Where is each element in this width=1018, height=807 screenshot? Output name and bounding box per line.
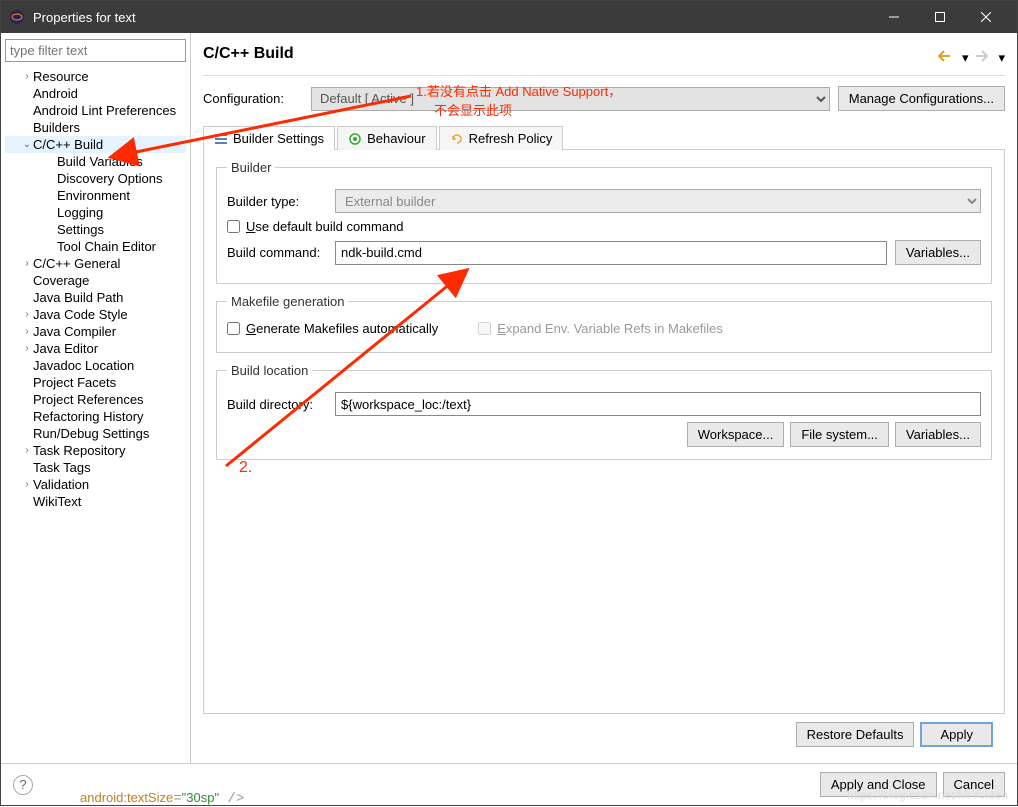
tree-item[interactable]: Java Build Path xyxy=(5,289,186,306)
generate-makefiles-checkbox[interactable]: Generate Makefiles automatically xyxy=(227,321,438,336)
apply-button[interactable]: Apply xyxy=(920,722,993,747)
record-icon xyxy=(348,132,362,146)
makefile-group: Makefile generation Generate Makefiles a… xyxy=(216,294,992,353)
builder-type-label: Builder type: xyxy=(227,194,327,209)
close-button[interactable] xyxy=(963,1,1009,33)
location-variables-button[interactable]: Variables... xyxy=(895,422,981,447)
help-button[interactable]: ? xyxy=(13,775,33,795)
builder-group: Builder Builder type: External builder U… xyxy=(216,160,992,284)
tree-item[interactable]: Refactoring History xyxy=(5,408,186,425)
minimize-button[interactable] xyxy=(871,1,917,33)
tree-item[interactable]: ⌄C/C++ Build xyxy=(5,136,186,153)
sidebar: ›ResourceAndroidAndroid Lint Preferences… xyxy=(1,33,191,763)
eclipse-icon xyxy=(9,9,25,25)
build-command-label: Build command: xyxy=(227,245,327,260)
back-icon[interactable] xyxy=(938,50,956,66)
tree-item[interactable]: Android xyxy=(5,85,186,102)
tab-builder-settings[interactable]: Builder Settings xyxy=(203,126,335,150)
configuration-label: Configuration: xyxy=(203,91,303,106)
tree-item[interactable]: ›Resource xyxy=(5,68,186,85)
workspace-button[interactable]: Workspace... xyxy=(687,422,785,447)
builder-type-select[interactable]: External builder xyxy=(335,189,981,213)
filter-input[interactable] xyxy=(5,39,186,62)
tree-item[interactable]: Project Facets xyxy=(5,374,186,391)
tree-item[interactable]: Builders xyxy=(5,119,186,136)
preference-tree[interactable]: ›ResourceAndroidAndroid Lint Preferences… xyxy=(5,68,186,510)
main-panel: C/C++ Build ▾ ▾ Configuration: Default [… xyxy=(191,33,1017,763)
configuration-select[interactable]: Default [ Active ] xyxy=(311,87,830,111)
tabs: Builder Settings Behaviour Refresh Polic… xyxy=(203,125,1005,150)
refresh-icon xyxy=(450,132,464,146)
tree-item[interactable]: WikiText xyxy=(5,493,186,510)
tree-item[interactable]: ›Validation xyxy=(5,476,186,493)
forward-icon[interactable] xyxy=(974,50,992,66)
tab-behaviour[interactable]: Behaviour xyxy=(337,126,437,150)
tree-item[interactable]: Coverage xyxy=(5,272,186,289)
tree-item[interactable]: Environment xyxy=(5,187,186,204)
build-command-input[interactable] xyxy=(335,241,887,265)
tree-item[interactable]: Logging xyxy=(5,204,186,221)
tree-item[interactable]: ›C/C++ General xyxy=(5,255,186,272)
titlebar: Properties for text xyxy=(1,1,1017,33)
tree-item[interactable]: Android Lint Preferences xyxy=(5,102,186,119)
tree-item[interactable]: Javadoc Location xyxy=(5,357,186,374)
manage-configurations-button[interactable]: Manage Configurations... xyxy=(838,86,1005,111)
tree-item[interactable]: ›Java Editor xyxy=(5,340,186,357)
use-default-build-checkbox[interactable]: Use default build command xyxy=(227,219,981,234)
back-menu-icon[interactable]: ▾ xyxy=(962,50,969,66)
tree-item[interactable]: Project References xyxy=(5,391,186,408)
tree-item[interactable]: ›Task Repository xyxy=(5,442,186,459)
tab-refresh-policy[interactable]: Refresh Policy xyxy=(439,126,564,150)
expand-env-refs-checkbox: Expand Env. Variable Refs in Makefiles xyxy=(478,321,723,336)
tree-item[interactable]: Discovery Options xyxy=(5,170,186,187)
restore-defaults-button[interactable]: Restore Defaults xyxy=(796,722,915,747)
tree-item[interactable]: Settings xyxy=(5,221,186,238)
tree-item[interactable]: Tool Chain Editor xyxy=(5,238,186,255)
forward-menu-icon[interactable]: ▾ xyxy=(998,50,1005,66)
watermark: https://blog.csdn.net/MrYolden xyxy=(847,788,1008,802)
code-snippet-below: android:textSize="30sp" /> xyxy=(80,790,244,807)
build-directory-input[interactable] xyxy=(335,392,981,416)
list-icon xyxy=(214,132,228,146)
window-title: Properties for text xyxy=(33,10,136,25)
tree-item[interactable]: Run/Debug Settings xyxy=(5,425,186,442)
maximize-button[interactable] xyxy=(917,1,963,33)
build-variables-button[interactable]: Variables... xyxy=(895,240,981,265)
tree-item[interactable]: ›Java Compiler xyxy=(5,323,186,340)
tree-item[interactable]: ›Java Code Style xyxy=(5,306,186,323)
build-directory-label: Build directory: xyxy=(227,397,327,412)
tree-item[interactable]: Task Tags xyxy=(5,459,186,476)
page-title: C/C++ Build xyxy=(203,45,938,63)
build-location-group: Build location Build directory: Workspac… xyxy=(216,363,992,460)
filesystem-button[interactable]: File system... xyxy=(790,422,889,447)
tree-item[interactable]: Build Variables xyxy=(5,153,186,170)
